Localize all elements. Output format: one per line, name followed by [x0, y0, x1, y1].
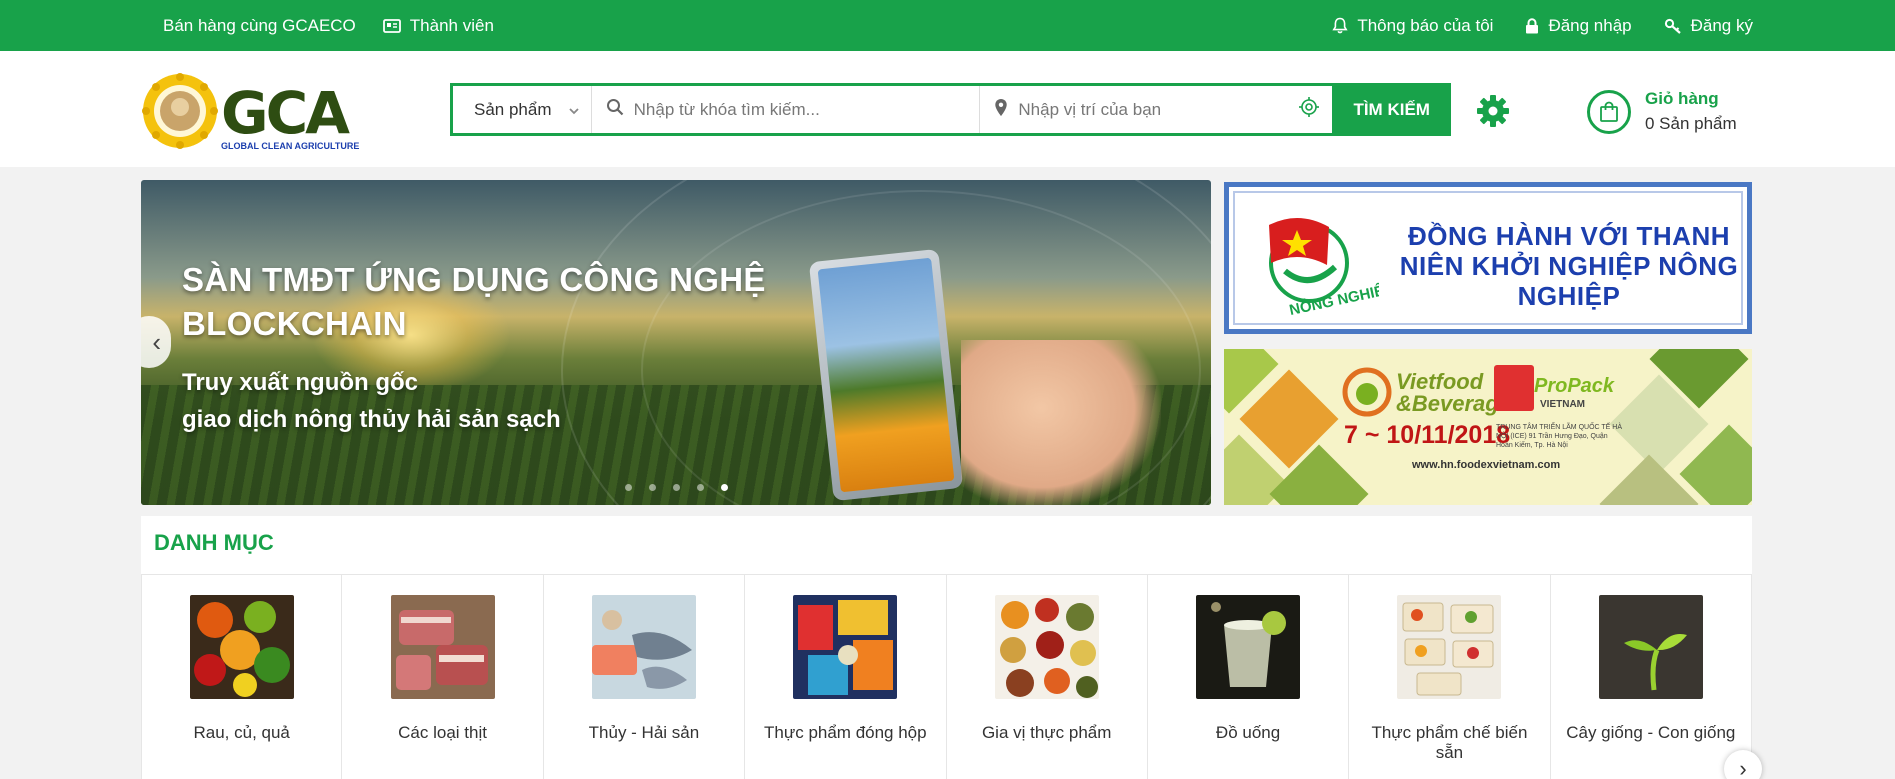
category-section-title: DANH MỤC: [154, 530, 274, 555]
hero-subtitle: Truy xuất nguồn gốc giao dịch nông thủy …: [182, 364, 682, 438]
map-pin-icon: [994, 98, 1008, 122]
food-tile: [1599, 454, 1699, 505]
seedlings-image: [1598, 595, 1703, 699]
category-item-seedlings[interactable]: Cây giống - Con giống: [1551, 575, 1752, 779]
meat-image: [390, 595, 495, 699]
shopping-bag-icon: [1587, 89, 1631, 134]
header: GCA GLOBAL CLEAN AGRICULTURE Sản phẩm Nh…: [0, 51, 1895, 167]
category-item-canned-food[interactable]: Thực phẩm đóng hộp: [745, 575, 947, 779]
carousel-dot[interactable]: [649, 484, 656, 491]
youth-startup-banner-text: ĐỒNG HÀNH VỚI THANH NIÊN KHỞI NGHIỆP NÔN…: [1399, 221, 1739, 311]
id-card-icon: [382, 18, 401, 33]
expo-url: www.hn.foodexvietnam.com: [1412, 459, 1561, 471]
top-bar: Bán hàng cùng GCAECO Thành viên Thông bá…: [0, 0, 1895, 51]
hero-title: SÀN TMĐT ỨNG DỤNG CÔNG NGHỆ BLOCKCHAIN: [182, 261, 766, 342]
tablet-image: [808, 248, 964, 502]
expo-venue: TRUNG TÂM TRIỂN LÃM QUỐC TẾ HÀ NỘI (ICE)…: [1496, 424, 1623, 449]
category-grid: Rau, củ, quả Các loại thịt Thủy - Hải sả…: [141, 574, 1752, 779]
carousel-dot-active[interactable]: [721, 484, 728, 491]
vietfood-logo-icon: [1342, 367, 1392, 422]
locate-me-icon[interactable]: [1298, 96, 1320, 123]
youth-startup-banner[interactable]: NÔNG NGHIỆP ĐỒNG HÀNH VỚI THANH NIÊN KHỞ…: [1224, 182, 1752, 334]
category-label: Cây giống - Con giống: [1566, 723, 1736, 742]
hand-image: [961, 340, 1161, 505]
sell-with-gcaeco-link[interactable]: Bán hàng cùng GCAECO: [163, 16, 356, 36]
keyword-field: [592, 86, 981, 133]
carousel-dot[interactable]: [697, 484, 704, 491]
member-link[interactable]: Thành viên: [382, 15, 494, 36]
propack-title: ProPack: [1534, 375, 1615, 397]
chevron-down-icon: [569, 100, 579, 120]
category-item-seafood[interactable]: Thủy - Hải sản: [544, 575, 746, 779]
category-label: Các loại thịt: [398, 723, 487, 742]
search-button[interactable]: TÌM KIẾM: [1332, 83, 1452, 136]
gca-logo[interactable]: GCA GLOBAL CLEAN AGRICULTURE: [141, 71, 361, 151]
category-next-button[interactable]: ›: [1724, 750, 1762, 779]
vegetables-image: [189, 595, 294, 699]
category-section: DANH MỤC Rau, củ, quả Các loại thịt Thủy…: [141, 516, 1752, 779]
spices-image: [994, 595, 1099, 699]
category-item-vegetables[interactable]: Rau, củ, quả: [141, 575, 343, 779]
gear-icon[interactable]: [1476, 94, 1510, 133]
hero-subtitle-line1: Truy xuất nguồn gốc: [182, 369, 419, 396]
bell-icon: [1332, 17, 1348, 34]
sun-emblem-icon: [142, 73, 218, 149]
keyword-search-input[interactable]: [633, 99, 964, 120]
category-item-prepared-food[interactable]: Thực phẩm chế biến sẵn: [1349, 575, 1551, 779]
category-item-meat[interactable]: Các loại thịt: [342, 575, 544, 779]
sell-link-label: Bán hàng cùng GCAECO: [163, 15, 356, 35]
category-label: Gia vị thực phẩm: [981, 723, 1112, 742]
seafood-image: [591, 595, 696, 699]
svg-text:GLOBAL CLEAN AGRICULTURE: GLOBAL CLEAN AGRICULTURE: [221, 141, 359, 151]
member-link-label: Thành viên: [409, 15, 494, 35]
login-label: Đăng nhập: [1548, 15, 1632, 35]
category-label: Rau, củ, quả: [193, 723, 290, 742]
youth-union-emblem-icon: NÔNG NGHIỆP: [1249, 205, 1396, 319]
carousel-dot[interactable]: [673, 484, 680, 491]
category-label: Thực phẩm chế biến sẵn: [1371, 723, 1528, 762]
register-link[interactable]: Đăng ký: [1664, 16, 1753, 36]
cart-count: 0 Sản phẩm: [1645, 114, 1737, 133]
location-field: [980, 86, 1332, 133]
expo-date: 7 ~ 10/11/2018: [1344, 421, 1511, 449]
carousel-dot[interactable]: [625, 484, 632, 491]
drinks-image: [1196, 595, 1301, 699]
hero-subtitle-line2: giao dịch nông thủy hải sản sạch: [182, 406, 561, 433]
category-label: Thủy - Hải sản: [588, 723, 700, 742]
search-category-value: Sản phẩm: [474, 99, 552, 119]
prepared-food-image: [1397, 595, 1502, 699]
category-label: Thực phẩm đóng hộp: [764, 723, 927, 742]
search-category-select[interactable]: Sản phẩm: [453, 86, 592, 133]
notifications-link[interactable]: Thông báo của tôi: [1332, 16, 1493, 36]
canned-food-image: [793, 595, 898, 699]
vietfood-expo-banner[interactable]: Vietfood &Beverage ProPack VIETNAM 7 ~ 1…: [1224, 349, 1752, 505]
hero-carousel[interactable]: SÀN TMĐT ỨNG DỤNG CÔNG NGHỆ BLOCKCHAIN T…: [141, 180, 1211, 505]
category-item-spices[interactable]: Gia vị thực phẩm: [947, 575, 1148, 779]
search-bar: Sản phẩm TÌM KIẾM: [450, 83, 1452, 136]
lock-icon: [1525, 17, 1539, 34]
register-label: Đăng ký: [1690, 15, 1753, 35]
category-item-drinks[interactable]: Đồ uống: [1148, 575, 1350, 779]
cart-button[interactable]: Giỏ hàng 0 Sản phẩm: [1587, 89, 1737, 134]
svg-text:GCA: GCA: [221, 79, 350, 147]
location-input[interactable]: [1018, 99, 1289, 120]
category-label: Đồ uống: [1215, 723, 1281, 742]
search-icon: [606, 98, 624, 121]
propack-logo-icon: [1494, 365, 1534, 411]
key-icon: [1664, 18, 1682, 34]
cart-label: Giỏ hàng: [1645, 89, 1719, 108]
login-link[interactable]: Đăng nhập: [1525, 15, 1632, 36]
propack-subtitle: VIETNAM: [1540, 399, 1585, 410]
notifications-label: Thông báo của tôi: [1357, 15, 1494, 35]
carousel-dots: [625, 484, 728, 491]
